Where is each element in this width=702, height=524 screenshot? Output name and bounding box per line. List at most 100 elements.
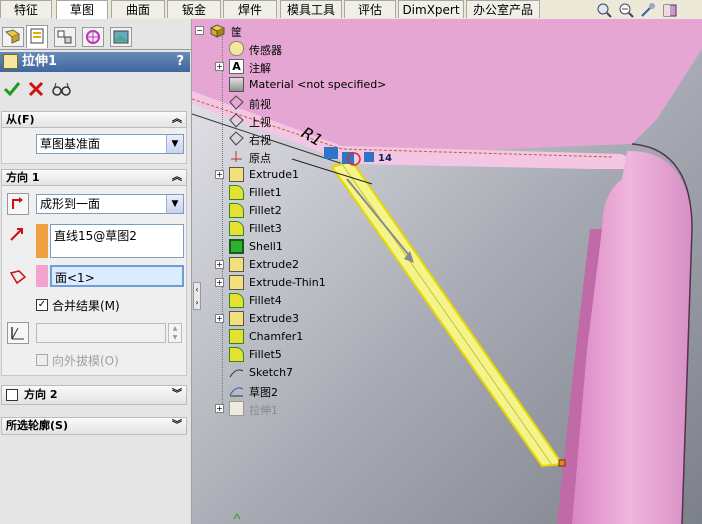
tree-item-extrude3[interactable]: + Extrude3	[198, 310, 398, 328]
tree-item-extrude2[interactable]: + Extrude2	[198, 256, 398, 274]
tree-item-extrude-new[interactable]: + 拉伸1	[198, 400, 398, 418]
tree-item-sketch7[interactable]: Sketch7	[198, 364, 398, 382]
fillet-icon	[229, 203, 244, 218]
face-reference-field[interactable]: 面<1>	[50, 265, 184, 287]
merge-result-checkbox[interactable]: ✓	[36, 299, 48, 311]
detailed-preview-button[interactable]	[52, 80, 71, 98]
tab-mold-tools[interactable]: 模具工具	[280, 0, 342, 18]
tree-item-label: Extrude-Thin1	[249, 276, 326, 289]
sketch-icon	[229, 387, 244, 397]
property-icon	[30, 28, 44, 44]
manager-tabs	[0, 23, 192, 50]
tree-item-fillet2[interactable]: Fillet2	[198, 202, 398, 220]
section-view-icon[interactable]	[662, 2, 678, 18]
tree-item-right-plane[interactable]: 右视	[198, 130, 398, 148]
tree-item-fillet4[interactable]: Fillet4	[198, 292, 398, 310]
tab-surfaces[interactable]: 曲面	[111, 0, 165, 18]
display-manager-tab[interactable]	[110, 27, 132, 47]
zoom-area-icon[interactable]	[618, 2, 634, 18]
property-manager-title-bar: 拉伸1 ?	[0, 52, 190, 72]
expand-icon[interactable]: +	[215, 314, 224, 323]
extrude-icon	[229, 167, 244, 182]
configuration-manager-tab[interactable]	[54, 27, 76, 47]
tree-item-shell1[interactable]: Shell1	[198, 238, 398, 256]
tree-item-extrude-thin1[interactable]: + Extrude-Thin1	[198, 274, 398, 292]
sketch-icon	[229, 369, 244, 378]
dimxpert-manager-tab[interactable]	[82, 27, 104, 47]
start-condition-select[interactable]: 草图基准面 ▼	[36, 134, 184, 154]
tab-sketch[interactable]: 草图	[56, 0, 108, 19]
tree-item-top-plane[interactable]: 上视	[198, 112, 398, 130]
tree-item-sketch2[interactable]: 草图2	[198, 382, 398, 400]
expand-icon[interactable]: +	[215, 260, 224, 269]
ok-button[interactable]	[3, 80, 21, 98]
configuration-icon	[57, 30, 72, 44]
tree-item-label: 拉伸1	[249, 404, 278, 417]
direction2-checkbox[interactable]	[6, 389, 18, 401]
direction1-group-header[interactable]: 方向 1 ︽	[1, 169, 187, 186]
help-button[interactable]: ?	[176, 52, 184, 72]
tree-item-fillet5[interactable]: Fillet5	[198, 346, 398, 364]
tree-item-front-plane[interactable]: 前视	[198, 94, 398, 112]
fillet-icon	[229, 185, 244, 200]
from-group-label: 从(F)	[6, 113, 35, 126]
endpoint-handle[interactable]	[558, 459, 566, 467]
tree-item-origin[interactable]: 原点	[198, 148, 398, 166]
dropdown-arrow-icon[interactable]: ▼	[166, 135, 183, 153]
reverse-direction-icon	[12, 197, 23, 209]
chevron-up-icon[interactable]: ︽	[172, 112, 182, 127]
tab-features[interactable]: 特征	[0, 0, 52, 18]
property-manager-tab[interactable]	[26, 25, 48, 48]
expand-icon[interactable]: +	[215, 62, 224, 71]
checkmark-icon	[3, 82, 21, 97]
cancel-button[interactable]	[27, 80, 45, 98]
tree-item-chamfer1[interactable]: Chamfer1	[198, 328, 398, 346]
expand-icon[interactable]: +	[215, 170, 224, 179]
end-condition-value: 成形到一面	[40, 197, 101, 211]
tree-root[interactable]: − 筐	[195, 22, 398, 40]
start-condition-value: 草图基准面	[40, 137, 101, 151]
selected-contours-group-header[interactable]: 所选轮廓(S) ︾	[1, 417, 187, 435]
tree-item-label: Extrude2	[249, 258, 300, 271]
draft-angle-input[interactable]	[36, 323, 166, 343]
direction2-group-header[interactable]: 方向 2 ︾	[1, 385, 187, 405]
tree-item-annotations[interactable]: + A 注解	[198, 58, 398, 76]
feature-manager-tab[interactable]	[2, 27, 24, 47]
expand-icon[interactable]: +	[215, 404, 224, 413]
tree-item-material[interactable]: Material <not specified>	[198, 76, 398, 94]
tree-root-label: 筐	[231, 26, 242, 39]
view-toolbar	[592, 2, 702, 18]
direction-reference-field[interactable]: 直线15@草图2	[50, 224, 184, 258]
zoom-fit-icon[interactable]	[596, 2, 612, 18]
tree-item-label: 原点	[249, 152, 271, 165]
draft-outward-checkbox[interactable]	[36, 354, 48, 366]
end-condition-select[interactable]: 成形到一面 ▼	[36, 194, 184, 214]
draft-angle-spinner[interactable]: ▲ ▼	[168, 323, 182, 343]
sensor-icon	[229, 41, 244, 56]
draft-outward-label: 向外拔模(O)	[52, 354, 119, 368]
tab-sheet-metal[interactable]: 钣金	[167, 0, 221, 18]
tree-item-extrude1[interactable]: + Extrude1	[198, 166, 398, 184]
plane-icon	[229, 95, 244, 110]
previous-view-icon[interactable]	[640, 2, 656, 18]
tab-evaluate[interactable]: 评估	[344, 0, 396, 18]
tree-item-fillet3[interactable]: Fillet3	[198, 220, 398, 238]
direction-of-extrusion-icon	[10, 228, 23, 241]
tab-weldments[interactable]: 焊件	[223, 0, 277, 18]
draft-button[interactable]	[7, 322, 29, 344]
direction2-group-label: 方向 2	[24, 388, 58, 401]
tree-item-sensors[interactable]: 传感器	[198, 40, 398, 58]
tab-dimxpert[interactable]: DimXpert	[398, 0, 464, 18]
chevron-up-icon[interactable]: ︽	[172, 170, 182, 185]
collapse-icon[interactable]: −	[195, 26, 204, 35]
extrude-icon	[229, 275, 244, 290]
chevron-down-icon[interactable]: ︾	[172, 386, 182, 404]
from-group-header[interactable]: 从(F) ︽	[1, 111, 187, 128]
tree-item-label: Fillet2	[249, 204, 282, 217]
tree-item-fillet1[interactable]: Fillet1	[198, 184, 398, 202]
expand-icon[interactable]: +	[215, 278, 224, 287]
reverse-direction-button[interactable]	[7, 193, 29, 215]
dropdown-arrow-icon[interactable]: ▼	[166, 195, 183, 213]
chevron-down-icon[interactable]: ︾	[172, 418, 182, 433]
tab-office-products[interactable]: 办公室产品	[466, 0, 540, 18]
